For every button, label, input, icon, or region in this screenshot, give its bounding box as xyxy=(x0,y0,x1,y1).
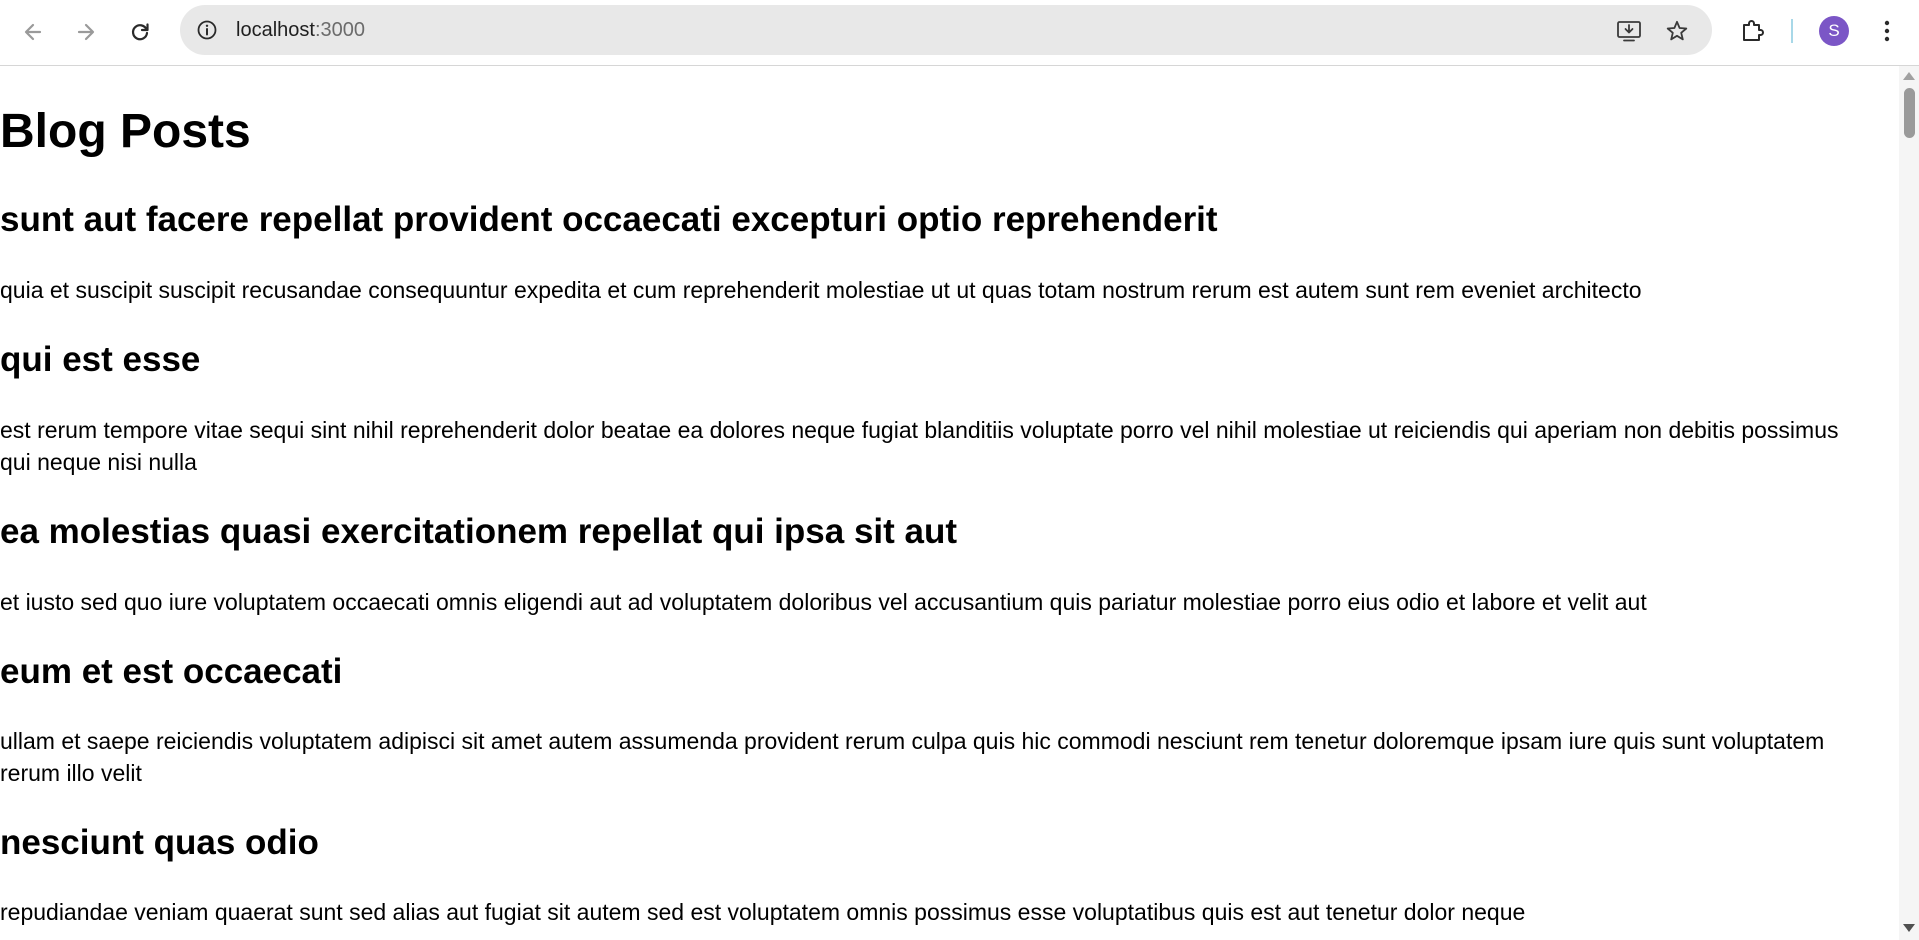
post-title: nesciunt quas odio xyxy=(0,823,319,862)
post-title: eum et est occaecati xyxy=(0,652,343,691)
page-viewport: Blog Posts sunt aut facere repellat prov… xyxy=(0,66,1899,940)
profile-avatar[interactable]: S xyxy=(1819,16,1849,46)
back-button[interactable] xyxy=(14,13,52,51)
reload-button[interactable] xyxy=(121,13,159,51)
post-title: qui est esse xyxy=(0,340,201,379)
arrow-right-icon xyxy=(77,23,95,41)
page-scrollbar[interactable] xyxy=(1899,66,1919,940)
star-icon xyxy=(1666,20,1688,41)
install-app-button[interactable] xyxy=(1616,18,1642,44)
post-body: ullam et saepe reiciendis voluptatem adi… xyxy=(0,728,1825,786)
url-text[interactable]: localhost:3000 xyxy=(236,5,365,55)
kebab-menu-icon xyxy=(1884,20,1890,42)
info-icon[interactable] xyxy=(196,19,218,41)
scrollbar-thumb[interactable] xyxy=(1904,88,1915,138)
extensions-button[interactable] xyxy=(1738,16,1768,46)
url-port: :3000 xyxy=(314,19,365,41)
bookmark-button[interactable] xyxy=(1664,18,1690,44)
scroll-down-arrow-icon[interactable] xyxy=(1903,924,1915,932)
url-host: localhost xyxy=(236,19,315,41)
arrow-left-icon xyxy=(24,23,42,41)
scroll-up-arrow-icon[interactable] xyxy=(1903,72,1915,80)
page-title: Blog Posts xyxy=(0,105,251,158)
post-body: repudiandae veniam quaerat sunt sed alia… xyxy=(0,899,1526,925)
forward-button[interactable] xyxy=(67,13,105,51)
reload-icon xyxy=(131,23,149,41)
toolbar-divider xyxy=(1791,19,1793,43)
post-body: et iusto sed quo iure voluptatem occaeca… xyxy=(0,589,1647,615)
post-title: sunt aut facere repellat provident occae… xyxy=(0,200,1218,239)
address-bar[interactable]: localhost:3000 xyxy=(180,5,1712,55)
browser-menu-button[interactable] xyxy=(1874,16,1900,46)
post-body: est rerum tempore vitae sequi sint nihil… xyxy=(0,417,1839,475)
browser-toolbar: localhost:3000 S xyxy=(0,0,1919,66)
post-title: ea molestias quasi exercitationem repell… xyxy=(0,512,958,551)
puzzle-icon xyxy=(1743,20,1764,41)
install-app-icon xyxy=(1617,21,1641,42)
post-body: quia et suscipit suscipit recusandae con… xyxy=(0,277,1642,303)
